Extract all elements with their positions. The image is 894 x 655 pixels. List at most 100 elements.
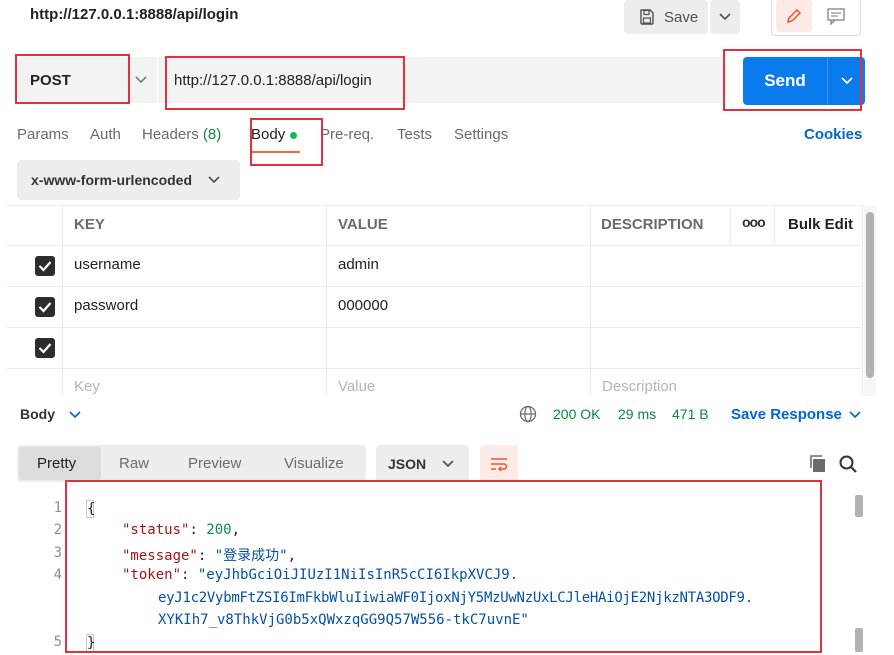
new-description-input[interactable]: Description <box>602 378 677 395</box>
chevron-down-icon <box>442 459 454 467</box>
chevron-down-icon <box>69 411 81 419</box>
pencil-icon <box>786 8 802 24</box>
row-value[interactable]: 000000 <box>338 297 388 314</box>
chevron-down-icon <box>208 176 220 184</box>
comment-mode-button[interactable] <box>818 0 854 32</box>
row-checkbox[interactable] <box>35 338 55 358</box>
row-checkbox[interactable] <box>35 297 55 317</box>
wrap-lines-button[interactable] <box>480 445 518 482</box>
tab-tests[interactable]: Tests <box>397 126 432 143</box>
view-tab-visualize[interactable]: Visualize <box>284 455 344 472</box>
body-type-select[interactable]: x-www-form-urlencoded <box>17 160 240 200</box>
response-size[interactable]: 471 B <box>672 406 709 422</box>
table-row-divider <box>7 286 863 287</box>
token-value-part1: "eyJhbGciOiJIUzI1NiIsInR5cCI6IkpXVCJ9. <box>197 567 519 583</box>
new-value-input[interactable]: Value <box>338 378 375 395</box>
status-value: 200 <box>206 522 232 538</box>
chevron-down-icon <box>840 77 853 85</box>
code-line-message: "message": "登录成功", <box>122 548 297 564</box>
close-brace: } <box>86 634 96 652</box>
chevron-down-icon <box>135 76 147 84</box>
response-format-select[interactable]: JSON <box>376 445 469 482</box>
save-button-label: Save <box>664 8 699 26</box>
chevron-down-icon <box>719 13 731 21</box>
code-scrollbar-top[interactable] <box>855 495 863 517</box>
message-key: "message" <box>122 548 198 564</box>
token-value-part2: eyJ1c2VybmFtZSI6ImFkbWluIiwiaWF0IjoxNjY5… <box>158 590 753 606</box>
line-number: 5 <box>53 634 62 650</box>
chevron-down-icon <box>849 411 861 419</box>
edit-mode-button[interactable] <box>776 0 812 32</box>
method-label: POST <box>30 72 71 89</box>
code-line-open-brace: { <box>86 500 96 518</box>
table-col-divider <box>862 205 863 395</box>
more-options-icon[interactable]: ooo <box>742 214 766 230</box>
checkmark-icon <box>38 343 52 354</box>
table-clip <box>0 395 894 396</box>
code-line-token: "token": "eyJhbGciOiJIUzI1NiIsInR5cCI6Ik… <box>122 567 519 583</box>
row-checkbox[interactable] <box>35 256 55 276</box>
checkmark-icon <box>38 302 52 313</box>
tab-body[interactable]: Body <box>251 126 298 143</box>
send-label: Send <box>764 71 806 90</box>
table-col-divider <box>774 205 775 245</box>
search-icon[interactable] <box>838 454 858 474</box>
message-value: "登录成功" <box>214 548 288 564</box>
save-icon <box>640 9 654 25</box>
wrap-lines-icon <box>491 457 508 471</box>
row-value[interactable]: admin <box>338 256 379 273</box>
table-col-divider <box>326 205 327 395</box>
globe-icon[interactable] <box>519 405 537 423</box>
table-col-divider <box>590 205 591 395</box>
cookies-link[interactable]: Cookies <box>804 126 862 143</box>
view-tab-preview[interactable]: Preview <box>188 455 241 472</box>
new-key-input[interactable]: Key <box>74 378 100 395</box>
bulk-edit-button[interactable]: Bulk Edit <box>788 216 853 233</box>
url-text: http://127.0.0.1:8888/api/login <box>174 72 372 89</box>
tab-body-label: Body <box>251 126 286 143</box>
view-tab-pretty[interactable]: Pretty <box>37 455 76 472</box>
table-row-divider <box>7 245 863 246</box>
tab-prereq[interactable]: Pre-req. <box>320 126 374 143</box>
tab-headers-count: (8) <box>202 126 222 143</box>
view-tab-raw[interactable]: Raw <box>119 455 149 472</box>
table-col-divider <box>730 205 731 245</box>
tab-auth[interactable]: Auth <box>90 126 121 143</box>
tab-settings[interactable]: Settings <box>454 126 508 143</box>
code-line-status: "status": 200, <box>122 522 241 538</box>
token-value-part3: XYKIh7_v8ThkVjG0b5xQWxzqGG9Q57W556-tkC7u… <box>158 612 529 628</box>
column-header-description: DESCRIPTION <box>601 216 704 233</box>
table-scrollbar-thumb[interactable] <box>866 212 874 378</box>
status-key: "status" <box>122 522 190 538</box>
row-key[interactable]: username <box>74 256 141 273</box>
row-key[interactable]: password <box>74 297 138 314</box>
line-number: 4 <box>53 567 62 583</box>
comment-icon <box>827 8 845 25</box>
line-number: 3 <box>53 545 62 561</box>
save-dropdown-button[interactable] <box>710 0 740 34</box>
save-button[interactable]: Save <box>624 0 708 34</box>
response-format-label: JSON <box>388 455 427 472</box>
code-scrollbar-bottom[interactable] <box>855 628 863 652</box>
send-dropdown[interactable] <box>828 77 865 85</box>
active-dot-icon <box>290 131 298 139</box>
token-key: "token" <box>122 567 182 583</box>
tab-body-underline <box>251 151 300 153</box>
table-row-divider <box>7 327 863 328</box>
code-line-close-brace: } <box>86 634 96 652</box>
tab-params[interactable]: Params <box>17 126 69 143</box>
body-type-label: x-www-form-urlencoded <box>31 172 193 188</box>
line-number: 2 <box>53 522 62 538</box>
open-brace: { <box>86 500 96 518</box>
table-col-divider <box>62 205 63 395</box>
response-section-select[interactable]: Body <box>20 406 55 422</box>
response-time[interactable]: 29 ms <box>618 406 656 422</box>
copy-icon[interactable] <box>808 454 828 474</box>
tab-headers[interactable]: Headers (8) <box>142 126 221 143</box>
save-response-button[interactable]: Save Response <box>731 406 842 423</box>
send-button[interactable]: Send <box>743 57 865 105</box>
line-number: 1 <box>53 500 62 516</box>
table-border-top <box>7 205 863 206</box>
tab-headers-label: Headers <box>142 126 199 143</box>
response-status[interactable]: 200 OK <box>553 406 600 422</box>
